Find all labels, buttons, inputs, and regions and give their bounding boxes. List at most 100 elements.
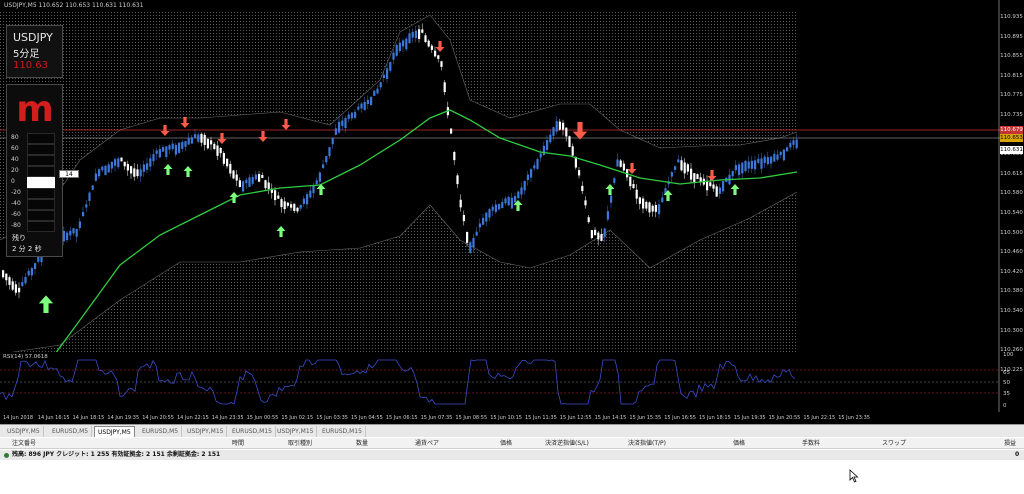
chart-tab[interactable]: USDJPY,M5 [94, 426, 135, 437]
price-axis-label: 110.540 [1000, 210, 1023, 216]
terminal-column-header[interactable]: 決済逆指値(S/L) [545, 439, 589, 448]
candle-body [722, 181, 725, 192]
remaining-time: 2 分 2 秒 [12, 245, 42, 253]
rsi-axis-label: 100 [1003, 352, 1014, 358]
candle-body [238, 180, 241, 187]
chart-tab[interactable]: EURUSD,M5 [139, 426, 183, 437]
candle-body [37, 256, 40, 262]
rsi-axis-label: 35 [1003, 391, 1010, 397]
time-axis-label: 15 Jun 14:15 [594, 415, 627, 421]
candle-body [136, 169, 139, 177]
price-axis-label: 110.340 [1000, 308, 1023, 314]
chart-tab[interactable]: EURUSD,M5 [49, 426, 93, 437]
candle-body [213, 143, 216, 150]
candle-body [75, 228, 78, 237]
terminal-column-header[interactable]: 注文番号 [12, 439, 36, 448]
time-axis-label: 14 Jun 18:15 [72, 415, 105, 421]
terminal-column-header[interactable]: 価格 [733, 439, 745, 448]
candle-body [117, 158, 120, 168]
terminal-column-header[interactable]: 数量 [356, 439, 368, 448]
time-axis-label: 15 Jun 16:55 [664, 415, 696, 421]
chart-tab[interactable]: USDJPY,M15 [274, 426, 318, 437]
candle-body [514, 196, 517, 203]
candle-body [696, 174, 699, 180]
candle-body [242, 181, 245, 192]
candle-body [443, 82, 446, 93]
terminal-column-header[interactable]: 取引種別 [288, 439, 312, 448]
terminal-column-header[interactable]: 通貨ペア [415, 439, 439, 448]
candle-body [277, 195, 280, 199]
time-axis-label: 15 Jun 07:35 [420, 415, 453, 421]
terminal-column-header[interactable]: 決済指値(T/P) [628, 439, 666, 448]
candle-body [216, 145, 219, 156]
level-cell [27, 188, 55, 199]
candle-body [638, 197, 641, 204]
candle-body [789, 142, 792, 148]
terminal-column-header[interactable]: 価格 [500, 439, 512, 448]
candle-body [248, 177, 251, 187]
candle-body [133, 168, 136, 177]
candle-body [555, 121, 558, 132]
candle-body [754, 160, 757, 170]
candle-body [715, 186, 718, 197]
candle-body [366, 99, 369, 105]
price-axis-label: 110.500 [1000, 229, 1023, 236]
terminal-column-header[interactable]: スワップ [882, 439, 906, 448]
candle-body [562, 122, 565, 130]
candle-body [462, 214, 465, 222]
candle-body [290, 204, 293, 208]
chart-tab[interactable]: EURUSD,M15 [229, 426, 276, 437]
terminal-column-header[interactable]: 損益 [1004, 439, 1016, 448]
candle-body [498, 204, 501, 210]
candle-body [293, 203, 296, 211]
price-axis-label: 110.855 [1000, 53, 1023, 60]
candle-body [718, 187, 721, 194]
price-axis-label: 110.300 [1000, 327, 1023, 334]
terminal-column-header[interactable]: 手数料 [802, 439, 820, 448]
candle-body [299, 204, 302, 209]
time-axis-label: 15 Jun 20:55 [768, 415, 801, 421]
candle-body [469, 242, 472, 254]
candle-body [34, 263, 37, 269]
candle-body [155, 150, 158, 154]
time-axis-label: 14 Jun 23:35 [211, 415, 244, 421]
level-label: 40 [11, 156, 19, 163]
price-axis-label: 110.580 [1000, 190, 1023, 197]
candle-body [395, 45, 398, 56]
candle-body [165, 146, 168, 158]
candle-body [66, 232, 69, 241]
candle-body [750, 160, 753, 169]
m-logo-icon: m [16, 93, 54, 127]
terminal-panel: 注文番号 時間 取引種別 数量 通貨ペア 価格 決済逆指値(S/L) 決済指値(T/P) 価格 手… [0, 437, 1024, 494]
candle-body [149, 158, 152, 167]
chart-tab[interactable]: USDJPY,M5 [4, 426, 44, 437]
candle-body [261, 175, 264, 179]
price-chart[interactable] [0, 0, 1024, 357]
terminal-column-header[interactable]: 時間 [232, 439, 244, 448]
candle-body [405, 38, 408, 50]
candle-body [85, 204, 88, 208]
symbol-panel: USDJPY 5分足 110.63 [6, 25, 63, 78]
candle-body [453, 152, 456, 161]
time-axis-label: 15 Jun 15:35 [629, 415, 662, 421]
candle-body [418, 29, 421, 39]
price-axis-label: 110.815 [1000, 72, 1023, 79]
candle-body [8, 277, 11, 285]
candle-body [520, 187, 523, 195]
chart-tab[interactable]: EURUSD,M15 [319, 426, 366, 437]
level-cell [27, 133, 55, 144]
candle-body [466, 231, 469, 243]
chart-tab[interactable]: USDJPY,M15 [184, 426, 228, 437]
candle-body [571, 146, 574, 156]
candle-body [11, 281, 14, 290]
rsi-chart[interactable] [0, 352, 1024, 412]
candle-body [651, 205, 654, 212]
candle-body [709, 182, 712, 187]
candle-body [610, 195, 613, 203]
balance-row[interactable]: 残高: 896 JPY クレジット: 1 255 有効証拠金: 2 151 余剰… [0, 450, 1024, 460]
candle-body [78, 221, 81, 229]
candle-body [110, 161, 113, 169]
time-axis-label: 15 Jun 18:15 [699, 415, 731, 421]
indicator-panel: m 80 60 40 20 0 -20 -40 -60 -80 14 残り 2 分 2 秒 [6, 84, 79, 257]
candle-body [450, 128, 453, 134]
